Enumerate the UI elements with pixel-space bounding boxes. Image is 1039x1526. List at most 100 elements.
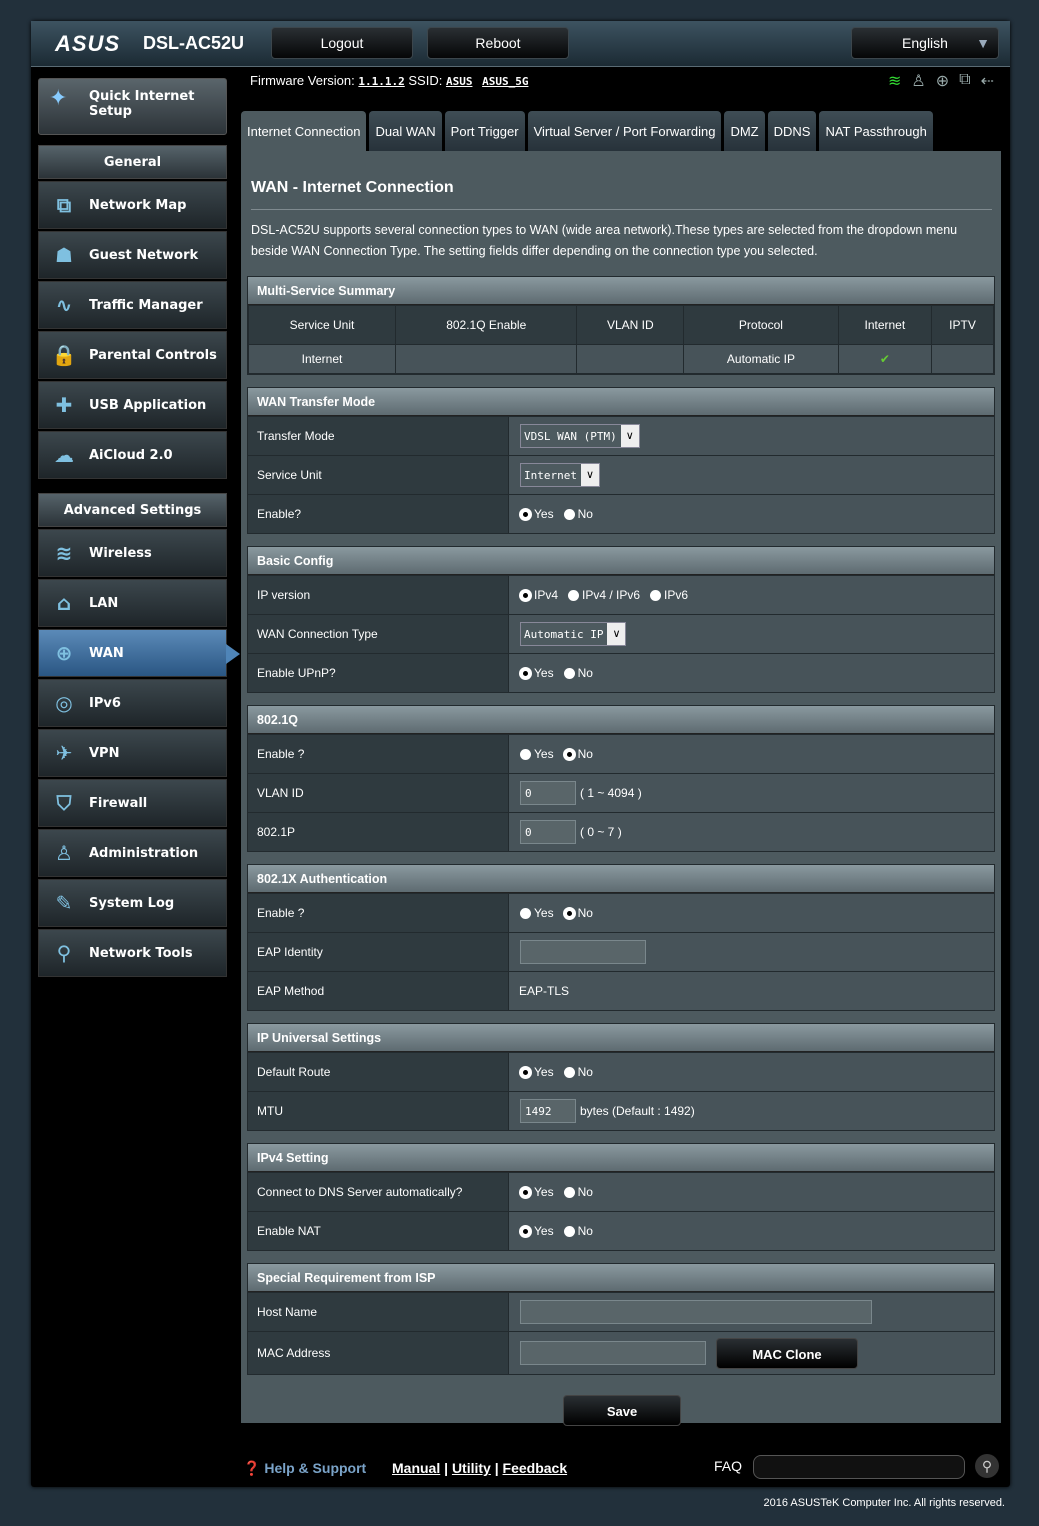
sidebar-item-label: Wireless xyxy=(89,545,152,561)
content-panel: WAN - Internet Connection DSL-AC52U supp… xyxy=(241,151,1001,1426)
radio-circle xyxy=(563,748,575,760)
sidebar-item-usb-application[interactable]: ✚ USB Application xyxy=(38,381,227,429)
setting-value xyxy=(509,933,994,971)
utility-link[interactable]: Utility xyxy=(452,1460,491,1476)
setting-label: Default Route xyxy=(248,1053,509,1091)
router-admin-window: ASUS DSL-AC52U Logout Reboot English ▼ Fi… xyxy=(31,21,1010,1487)
tab-dmz[interactable]: DMZ xyxy=(724,111,765,151)
devices-icon[interactable]: ⧉ xyxy=(959,71,970,91)
ipv6-icon: ◎ xyxy=(55,691,73,715)
sidebar-item-traffic-manager[interactable]: ∿ Traffic Manager xyxy=(38,281,227,329)
ip-version-radio-ipv6[interactable]: IPv6 xyxy=(650,588,688,602)
section-ipv4-setting: IPv4 Setting Connect to DNS Server automa… xyxy=(247,1143,995,1251)
enable-radio-yes[interactable]: Yes xyxy=(520,507,554,521)
summary-table: Service Unit 802.1Q Enable VLAN ID Protocol… xyxy=(247,305,994,374)
logout-button[interactable]: Logout xyxy=(271,27,413,59)
wifi-status-icon[interactable]: ≋ xyxy=(888,71,901,91)
tab-dual-wan[interactable]: Dual WAN xyxy=(369,111,442,151)
internet-globe-icon[interactable]: ⊕ xyxy=(936,71,949,91)
language-value: English xyxy=(902,35,948,51)
tab-nat-passthrough[interactable]: NAT Passthrough xyxy=(819,111,933,151)
cloud-icon: ☁ xyxy=(54,443,74,467)
vlan-id-input[interactable] xyxy=(520,781,576,805)
reboot-button[interactable]: Reboot xyxy=(427,27,569,59)
ssid-link-2g[interactable]: ASUS xyxy=(446,75,473,88)
mac-clone-button[interactable]: MAC Clone xyxy=(716,1337,858,1369)
sidebar-item-aicloud-2-0[interactable]: ☁ AiCloud 2.0 xyxy=(38,431,227,479)
tab-ddns[interactable]: DDNS xyxy=(767,111,817,151)
setting-label: Transfer Mode xyxy=(248,417,509,455)
general-header: General xyxy=(38,145,227,179)
sidebar-item-vpn[interactable]: ✈ VPN xyxy=(38,729,227,777)
faq-search-input[interactable] xyxy=(753,1455,965,1479)
radio-circle xyxy=(520,1225,531,1237)
clients-icon[interactable]: ♙ xyxy=(911,71,925,91)
transfer-mode-select[interactable]: VDSL WAN (PTM) ∨ xyxy=(520,424,640,448)
quick-internet-setup-button[interactable]: ✦ Quick Internet Setup xyxy=(38,78,227,135)
enable-radio-yes[interactable]: Yes xyxy=(520,747,554,761)
save-button[interactable]: Save xyxy=(563,1395,681,1426)
lock-icon: 🔒 xyxy=(51,343,77,367)
enable-upnp-radio-yes[interactable]: Yes xyxy=(520,666,554,680)
hint-text: ( 1 ~ 4094 ) xyxy=(580,786,642,800)
802-1p-input[interactable] xyxy=(520,820,576,844)
radio-circle xyxy=(563,1225,575,1237)
setting-label: VLAN ID xyxy=(248,774,509,812)
setting-row: MTU bytes (Default : 1492) xyxy=(248,1091,994,1130)
enable-radio-yes[interactable]: Yes xyxy=(520,906,554,920)
sidebar-item-wan[interactable]: ⊕ WAN xyxy=(38,629,240,677)
enable-nat-radio-no[interactable]: No xyxy=(563,1224,593,1238)
radio-circle xyxy=(520,748,531,760)
enable-radio-no[interactable]: No xyxy=(563,507,593,521)
sidebar-item-firewall[interactable]: ⛉ Firewall xyxy=(38,779,227,827)
help-support-link[interactable]: ❓ Help & Support xyxy=(243,1460,366,1477)
enable-nat-radio-yes[interactable]: Yes xyxy=(520,1224,554,1238)
enable-radio-no[interactable]: No xyxy=(563,747,593,761)
ip-version-radio-ipv4ipv6[interactable]: IPv4 / IPv6 xyxy=(568,588,640,602)
sidebar-item-ipv6[interactable]: ◎ IPv6 xyxy=(38,679,227,727)
sidebar-item-guest-network[interactable]: ☗ Guest Network xyxy=(38,231,227,279)
connect-to-dns-server-automatically-radio-no[interactable]: No xyxy=(563,1185,593,1199)
setting-row: Enable NAT Yes No xyxy=(248,1211,994,1250)
sidebar-item-wireless[interactable]: ≋ Wireless xyxy=(38,529,227,577)
tab-internet-connection[interactable]: Internet Connection xyxy=(241,111,367,151)
tab-port-trigger[interactable]: Port Trigger xyxy=(444,111,525,151)
qis-label: Quick Internet Setup xyxy=(89,89,195,119)
host-name-input[interactable] xyxy=(520,1300,872,1324)
tab-virtual-server-port-forwarding[interactable]: Virtual Server / Port Forwarding xyxy=(527,111,722,151)
sidebar-item-network-tools[interactable]: ⚲ Network Tools xyxy=(38,929,227,977)
setting-value: Yes No xyxy=(509,654,994,692)
connect-to-dns-server-automatically-radio-yes[interactable]: Yes xyxy=(520,1185,554,1199)
divider xyxy=(251,209,992,210)
sidebar-item-label: Administration xyxy=(89,845,199,861)
sidebar-item-administration[interactable]: ♙ Administration xyxy=(38,829,227,877)
setting-row: 802.1P ( 0 ~ 7 ) xyxy=(248,812,994,851)
sidebar-item-label: Parental Controls xyxy=(89,347,217,363)
sidebar-item-label: AiCloud 2.0 xyxy=(89,447,173,463)
service-unit-select[interactable]: Internet ∨ xyxy=(520,463,600,487)
sidebar-item-system-log[interactable]: ✎ System Log xyxy=(38,879,227,927)
mtu-input[interactable] xyxy=(520,1099,576,1123)
sidebar-item-network-map[interactable]: ⧉ Network Map xyxy=(38,181,227,229)
mac-address-input[interactable] xyxy=(520,1341,706,1365)
feedback-link[interactable]: Feedback xyxy=(503,1460,568,1476)
radio-label: No xyxy=(577,1065,593,1079)
sidebar-item-parental-controls[interactable]: 🔒 Parental Controls xyxy=(38,331,227,379)
sidebar-item-lan[interactable]: ⌂ LAN xyxy=(38,579,227,627)
summary-column-header: Service Unit xyxy=(247,305,397,345)
ssid-link-5g[interactable]: ASUS_5G xyxy=(482,75,528,88)
manual-link[interactable]: Manual xyxy=(392,1460,440,1476)
model-name: DSL-AC52U xyxy=(143,33,245,53)
usb-icon[interactable]: ⇠ xyxy=(981,71,994,91)
default-route-radio-no[interactable]: No xyxy=(563,1065,593,1079)
enable-radio-no[interactable]: No xyxy=(563,906,593,920)
language-select[interactable]: English ▼ xyxy=(851,27,999,59)
eap-identity-input[interactable] xyxy=(520,940,646,964)
search-icon[interactable]: ⚲ xyxy=(975,1454,999,1478)
default-route-radio-yes[interactable]: Yes xyxy=(520,1065,554,1079)
enable-upnp-radio-no[interactable]: No xyxy=(563,666,593,680)
firmware-link[interactable]: 1.1.1.2 xyxy=(358,75,404,88)
ip-version-radio-ipv4[interactable]: IPv4 xyxy=(520,588,558,602)
setting-label: 802.1P xyxy=(248,813,509,851)
wan-connection-type-select[interactable]: Automatic IP ∨ xyxy=(520,622,627,646)
